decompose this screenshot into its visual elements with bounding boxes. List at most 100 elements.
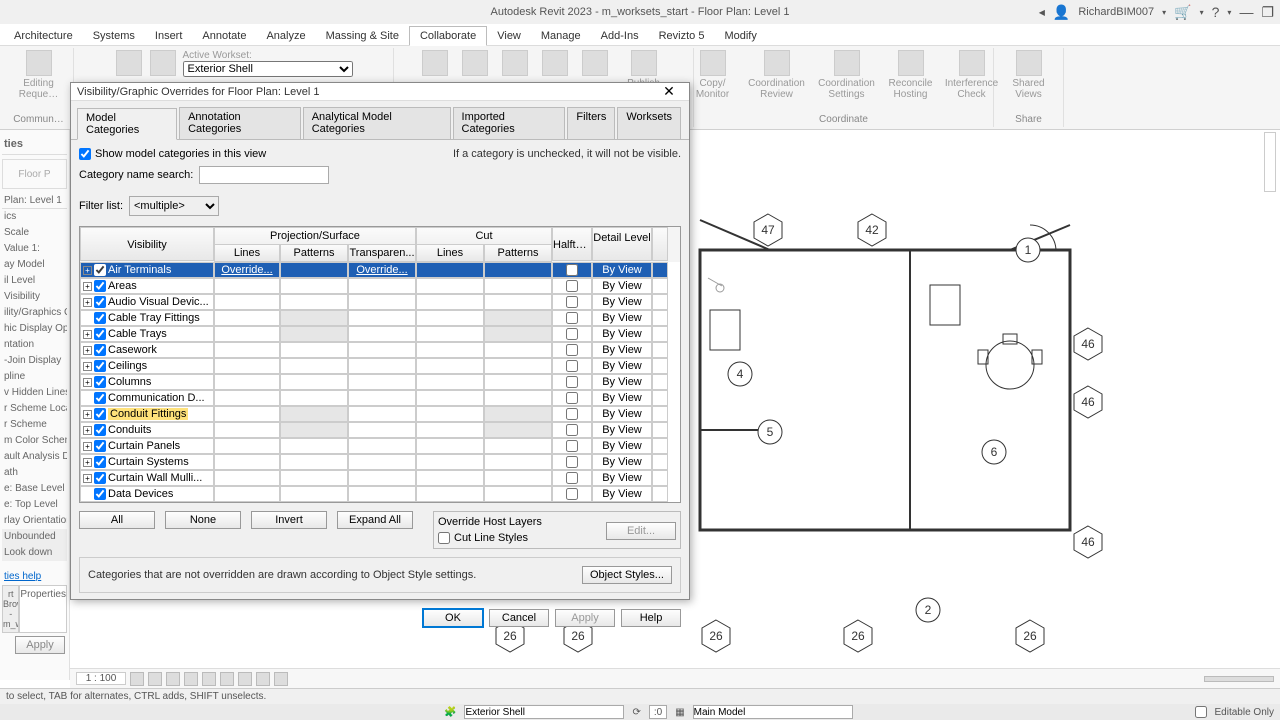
- user-caret-icon[interactable]: ▾: [1162, 8, 1166, 17]
- tab-modify[interactable]: Modify: [714, 27, 766, 45]
- workset-status-icon[interactable]: 🧩: [444, 707, 456, 718]
- property-row[interactable]: ath: [2, 465, 67, 481]
- show-crop-icon[interactable]: [238, 672, 252, 686]
- zoom-slider[interactable]: [1204, 676, 1274, 682]
- category-row[interactable]: +Audio Visual Devic...By View: [80, 294, 680, 310]
- property-row[interactable]: ault Analysis Di: [2, 449, 67, 465]
- shared-views-button[interactable]: Shared Views: [1003, 50, 1055, 100]
- expand-icon[interactable]: +: [83, 362, 92, 371]
- reconcile-hosting-button[interactable]: Reconcile Hosting: [885, 50, 937, 100]
- visual-style-icon[interactable]: [148, 672, 162, 686]
- category-row[interactable]: Data DevicesBy View: [80, 486, 680, 502]
- detail-level-cell[interactable]: By View: [592, 358, 652, 374]
- halftone-checkbox[interactable]: [566, 456, 578, 468]
- tab-model-categories[interactable]: Model Categories: [77, 108, 177, 140]
- category-checkbox[interactable]: [94, 312, 106, 324]
- properties-tab[interactable]: Properties: [19, 585, 67, 633]
- detail-level-cell[interactable]: By View: [592, 438, 652, 454]
- detail-level-cell[interactable]: By View: [592, 326, 652, 342]
- category-row[interactable]: +Curtain Wall Mulli...By View: [80, 470, 680, 486]
- properties-help-link[interactable]: ties help: [2, 569, 67, 585]
- halftone-checkbox[interactable]: [566, 344, 578, 356]
- property-row[interactable]: rlay Orientation: [2, 513, 67, 529]
- expand-icon[interactable]: +: [83, 410, 92, 419]
- detail-level-cell[interactable]: By View: [592, 278, 652, 294]
- design-option-status[interactable]: [693, 705, 853, 719]
- col-cut-patterns[interactable]: Patterns: [484, 244, 552, 262]
- category-row[interactable]: +CaseworkBy View: [80, 342, 680, 358]
- halftone-checkbox[interactable]: [566, 408, 578, 420]
- tab-annotation-categories[interactable]: Annotation Categories: [179, 107, 301, 139]
- tab-worksets[interactable]: Worksets: [617, 107, 681, 139]
- category-row[interactable]: +ColumnsBy View: [80, 374, 680, 390]
- detail-level-cell[interactable]: By View: [592, 454, 652, 470]
- coordination-settings-button[interactable]: Coordination Settings: [815, 50, 879, 100]
- crop-view-icon[interactable]: [220, 672, 234, 686]
- category-checkbox[interactable]: [94, 328, 106, 340]
- property-row[interactable]: pline: [2, 369, 67, 385]
- view-scale[interactable]: 1 : 100: [76, 672, 126, 685]
- category-row[interactable]: +Curtain PanelsBy View: [80, 438, 680, 454]
- halftone-checkbox[interactable]: [566, 376, 578, 388]
- detail-level-cell[interactable]: By View: [592, 406, 652, 422]
- category-search-input[interactable]: [199, 166, 329, 184]
- props-apply-button[interactable]: Apply: [15, 636, 65, 654]
- halftone-checkbox[interactable]: [566, 488, 578, 500]
- property-row[interactable]: hic Display Op: [2, 321, 67, 337]
- workset-select[interactable]: Exterior Shell: [183, 61, 353, 77]
- show-categories-checkbox[interactable]: [79, 148, 91, 160]
- expand-icon[interactable]: +: [83, 474, 92, 483]
- reveal-icon[interactable]: [274, 672, 288, 686]
- tab-systems[interactable]: Systems: [83, 27, 145, 45]
- rb1[interactable]: [115, 50, 143, 78]
- halftone-checkbox[interactable]: [566, 312, 578, 324]
- detail-level-cell[interactable]: By View: [592, 486, 652, 502]
- property-row[interactable]: m Color Schem: [2, 433, 67, 449]
- halftone-checkbox[interactable]: [566, 392, 578, 404]
- halftone-checkbox[interactable]: [566, 296, 578, 308]
- category-checkbox[interactable]: [94, 360, 106, 372]
- cart-icon[interactable]: 🛒: [1174, 4, 1191, 21]
- category-row[interactable]: +AreasBy View: [80, 278, 680, 294]
- category-row[interactable]: +Curtain SystemsBy View: [80, 454, 680, 470]
- property-row[interactable]: Scale: [2, 225, 67, 241]
- cut-line-styles-checkbox[interactable]: [438, 532, 450, 544]
- property-row[interactable]: e: Top Level: [2, 497, 67, 513]
- rb2[interactable]: [149, 50, 177, 78]
- category-checkbox[interactable]: [94, 392, 106, 404]
- user-icon[interactable]: 👤: [1053, 4, 1070, 21]
- dialog-close-button[interactable]: ✕: [655, 83, 683, 100]
- halftone-checkbox[interactable]: [566, 360, 578, 372]
- category-checkbox[interactable]: [94, 456, 106, 468]
- invert-button[interactable]: Invert: [251, 511, 327, 529]
- expand-icon[interactable]: +: [83, 298, 92, 307]
- expand-icon[interactable]: +: [83, 458, 92, 467]
- minimize-icon[interactable]: —: [1239, 4, 1253, 20]
- halftone-checkbox[interactable]: [566, 328, 578, 340]
- detail-level-cell[interactable]: By View: [592, 374, 652, 390]
- property-row[interactable]: e: Base Level: [2, 481, 67, 497]
- editable-only-checkbox[interactable]: [1195, 706, 1207, 718]
- expand-all-button[interactable]: Expand All: [337, 511, 413, 529]
- category-row[interactable]: Communication D...By View: [80, 390, 680, 406]
- category-checkbox[interactable]: [94, 440, 106, 452]
- halftone-checkbox[interactable]: [566, 264, 578, 276]
- category-row[interactable]: +ConduitsBy View: [80, 422, 680, 438]
- shadows-icon[interactable]: [184, 672, 198, 686]
- edit-host-layers-button[interactable]: Edit...: [606, 522, 676, 540]
- property-row[interactable]: Value 1:: [2, 241, 67, 257]
- category-checkbox[interactable]: [94, 264, 106, 276]
- expand-icon[interactable]: +: [83, 378, 92, 387]
- tab-manage[interactable]: Manage: [531, 27, 591, 45]
- tab-collaborate[interactable]: Collaborate: [409, 26, 487, 46]
- property-row[interactable]: ntation: [2, 337, 67, 353]
- halftone-checkbox[interactable]: [566, 472, 578, 484]
- expand-icon[interactable]: +: [83, 266, 92, 275]
- type-selector[interactable]: Floor P: [2, 159, 67, 189]
- none-button[interactable]: None: [165, 511, 241, 529]
- category-checkbox[interactable]: [94, 280, 106, 292]
- user-name[interactable]: RichardBIM007: [1078, 6, 1154, 18]
- navigation-bar[interactable]: [1264, 132, 1276, 192]
- category-row[interactable]: +Air TerminalsOverride...Override...By V…: [80, 262, 680, 278]
- category-checkbox[interactable]: [94, 408, 106, 420]
